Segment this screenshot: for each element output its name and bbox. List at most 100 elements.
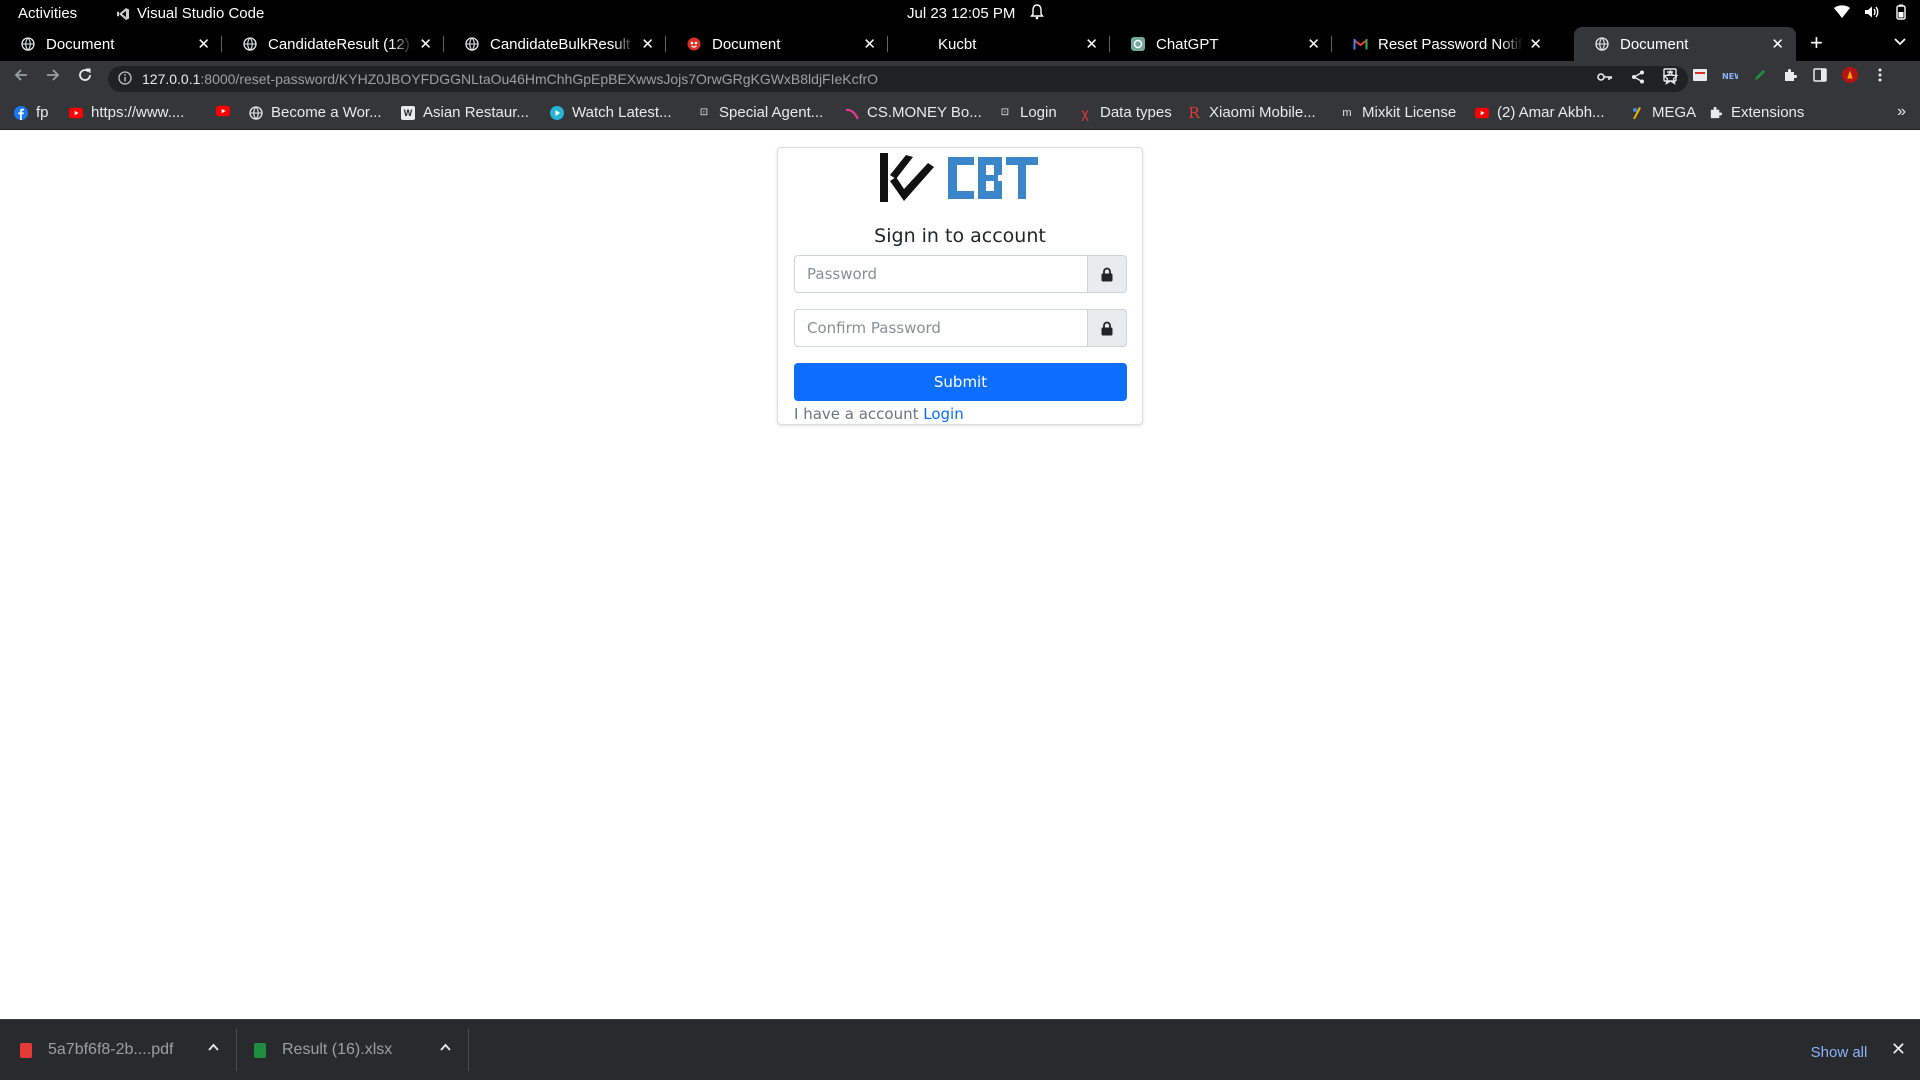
kucbt-logo <box>880 153 1038 202</box>
swoosh-icon <box>845 106 859 120</box>
have-account-label: I have a account <box>794 405 924 423</box>
extension-card-icon[interactable] <box>1692 67 1708 83</box>
bookmark-mixkit[interactable]: m Mixkit License <box>1340 104 1456 121</box>
more-bookmarks-chevron-icon[interactable]: » <box>1897 103 1906 121</box>
tab-document-active[interactable]: Document ✕ <box>1574 27 1796 61</box>
site-icon: ⊡ <box>1000 107 1010 118</box>
address-bar[interactable]: 127.0.0.1:8000/reset-password/KYHZ0JBOYF… <box>108 66 1688 92</box>
vscode-icon <box>117 7 129 20</box>
browser-toolbar: 127.0.0.1:8000/reset-password/KYHZ0JBOYF… <box>0 61 1920 97</box>
bookmark-watch-latest[interactable]: Watch Latest... <box>550 104 672 121</box>
bookmark-asian-restaurant[interactable]: W Asian Restaur... <box>401 104 529 121</box>
close-tab-icon[interactable]: ✕ <box>1771 35 1784 53</box>
tab-candidate-bulk-result[interactable]: CandidateBulkResult (1) ✕ <box>444 27 666 61</box>
download-item-pdf[interactable]: 5a7bf6f8-2b....pdf <box>20 1020 220 1080</box>
submit-button[interactable]: Submit <box>794 363 1127 401</box>
bookmark-become-a-worker[interactable]: Become a Wor... <box>249 104 382 121</box>
bookmark-amar-akbh[interactable]: (2) Amar Akbh... <box>1475 104 1605 121</box>
show-all-downloads-button[interactable]: Show all <box>1795 1039 1883 1065</box>
globe-icon <box>20 36 36 52</box>
xlsx-icon <box>254 1042 266 1058</box>
close-tab-icon[interactable]: ✕ <box>419 35 432 53</box>
globe-icon <box>1594 36 1610 52</box>
site-info-icon[interactable] <box>118 70 132 88</box>
bookmark-label: Xiaomi Mobile... <box>1209 104 1316 121</box>
bookmark-label: (2) Amar Akbh... <box>1497 104 1605 121</box>
bookmark-label: Become a Wor... <box>271 104 382 121</box>
share-icon[interactable] <box>1631 70 1645 88</box>
side-panel-icon[interactable] <box>1812 67 1828 83</box>
tab-candidate-result[interactable]: CandidateResult (12).pdf ✕ <box>222 27 444 61</box>
download-options-chevron-icon[interactable] <box>440 1039 451 1054</box>
close-tab-icon[interactable]: ✕ <box>1085 35 1098 53</box>
notification-bell-icon[interactable] <box>1030 4 1044 24</box>
bookmark-fp[interactable]: fp <box>14 104 49 121</box>
password-input[interactable] <box>794 255 1088 293</box>
facebook-icon <box>14 105 28 120</box>
tab-document-2[interactable]: Document ✕ <box>666 27 888 61</box>
download-item-xlsx[interactable]: Result (16).xlsx <box>254 1020 454 1080</box>
bookmark-mega[interactable]: MEGA <box>1630 104 1696 121</box>
bookmark-login[interactable]: ⊡ Login <box>998 104 1057 121</box>
login-link[interactable]: Login <box>923 405 963 423</box>
bookmarks-bar: fp https://www.... Become a Wor... W Asi… <box>0 97 1920 130</box>
download-filename: Result (16).xlsx <box>282 1041 393 1058</box>
download-shelf: 5a7bf6f8-2b....pdf Result (16).xlsx Show… <box>0 1019 1920 1080</box>
bookmark-special-agent[interactable]: ⊡ Special Agent... <box>697 104 823 121</box>
app-menu[interactable]: Visual Studio Code <box>116 5 264 22</box>
lock-icon <box>1088 255 1127 293</box>
puzzle-icon <box>1709 106 1723 120</box>
close-tab-icon[interactable]: ✕ <box>1529 35 1542 53</box>
bookmark-youtube[interactable] <box>216 104 230 118</box>
browser-menu-icon[interactable] <box>1872 67 1888 83</box>
close-icon[interactable]: ✕ <box>1891 1039 1906 1060</box>
forward-arrow-icon[interactable] <box>45 67 61 88</box>
close-tab-icon[interactable]: ✕ <box>641 35 654 53</box>
url-path: :8000/reset-password/KYHZ0JBOYFDGGNLtaOu… <box>200 71 879 87</box>
extension-new-icon[interactable]: NEW <box>1722 67 1738 83</box>
bookmark-extensions[interactable]: Extensions <box>1709 104 1804 121</box>
form-title: Sign in to account <box>874 225 1046 247</box>
confirm-password-input[interactable] <box>794 309 1088 347</box>
close-tab-icon[interactable]: ✕ <box>1307 35 1320 53</box>
m-icon: m <box>1342 106 1352 119</box>
bookmark-label: Extensions <box>1731 104 1805 121</box>
extension-reader-icon[interactable] <box>1662 67 1678 83</box>
wix-icon: W <box>401 105 415 120</box>
tab-chatgpt[interactable]: ChatGPT ✕ <box>1110 27 1332 61</box>
tab-title: ChatGPT <box>1156 35 1219 53</box>
site-icon: ⊡ <box>699 107 709 118</box>
download-options-chevron-icon[interactable] <box>208 1039 219 1054</box>
download-separator <box>468 1029 469 1071</box>
extensions-puzzle-icon[interactable] <box>1782 67 1798 83</box>
reload-icon[interactable] <box>77 67 93 88</box>
r-icon: R <box>1188 103 1200 122</box>
close-tab-icon[interactable]: ✕ <box>863 35 876 53</box>
bookmark-data-types[interactable]: χ Data types <box>1078 104 1172 121</box>
bookmark-youtube-link[interactable]: https://www.... <box>69 104 184 121</box>
profile-avatar[interactable] <box>1842 67 1858 83</box>
bookmark-label: MEGA <box>1652 104 1697 121</box>
key-icon[interactable] <box>1597 70 1613 88</box>
wifi-icon <box>1834 5 1850 18</box>
system-tray[interactable] <box>1834 4 1908 20</box>
activities-button[interactable]: Activities <box>18 5 77 22</box>
bookmark-label: fp <box>36 104 49 121</box>
tab-kucbt[interactable]: Kucbt ✕ <box>888 27 1110 61</box>
volume-icon <box>1865 6 1879 18</box>
bookmark-xiaomi[interactable]: R Xiaomi Mobile... <box>1187 103 1316 122</box>
bookmark-label: Data types <box>1100 104 1172 121</box>
bookmark-cs-money[interactable]: CS.MONEY Bo... <box>845 104 982 121</box>
close-tab-icon[interactable]: ✕ <box>197 35 210 53</box>
extension-pen-icon[interactable] <box>1752 67 1768 83</box>
tab-search-chevron-icon[interactable] <box>1894 33 1906 49</box>
tab-document-1[interactable]: Document ✕ <box>0 27 222 61</box>
new-tab-button[interactable]: + <box>1810 30 1823 56</box>
system-top-bar: Activities Visual Studio Code Jul 23 12:… <box>0 0 1920 27</box>
clock[interactable]: Jul 23 12:05 PM <box>907 5 1015 22</box>
bookmark-label: Watch Latest... <box>572 104 672 121</box>
play-icon <box>550 105 564 120</box>
tab-reset-password[interactable]: Reset Password Notification ✕ <box>1332 27 1554 61</box>
back-arrow-icon[interactable] <box>13 67 29 88</box>
tab-title: Document <box>1620 35 1689 53</box>
